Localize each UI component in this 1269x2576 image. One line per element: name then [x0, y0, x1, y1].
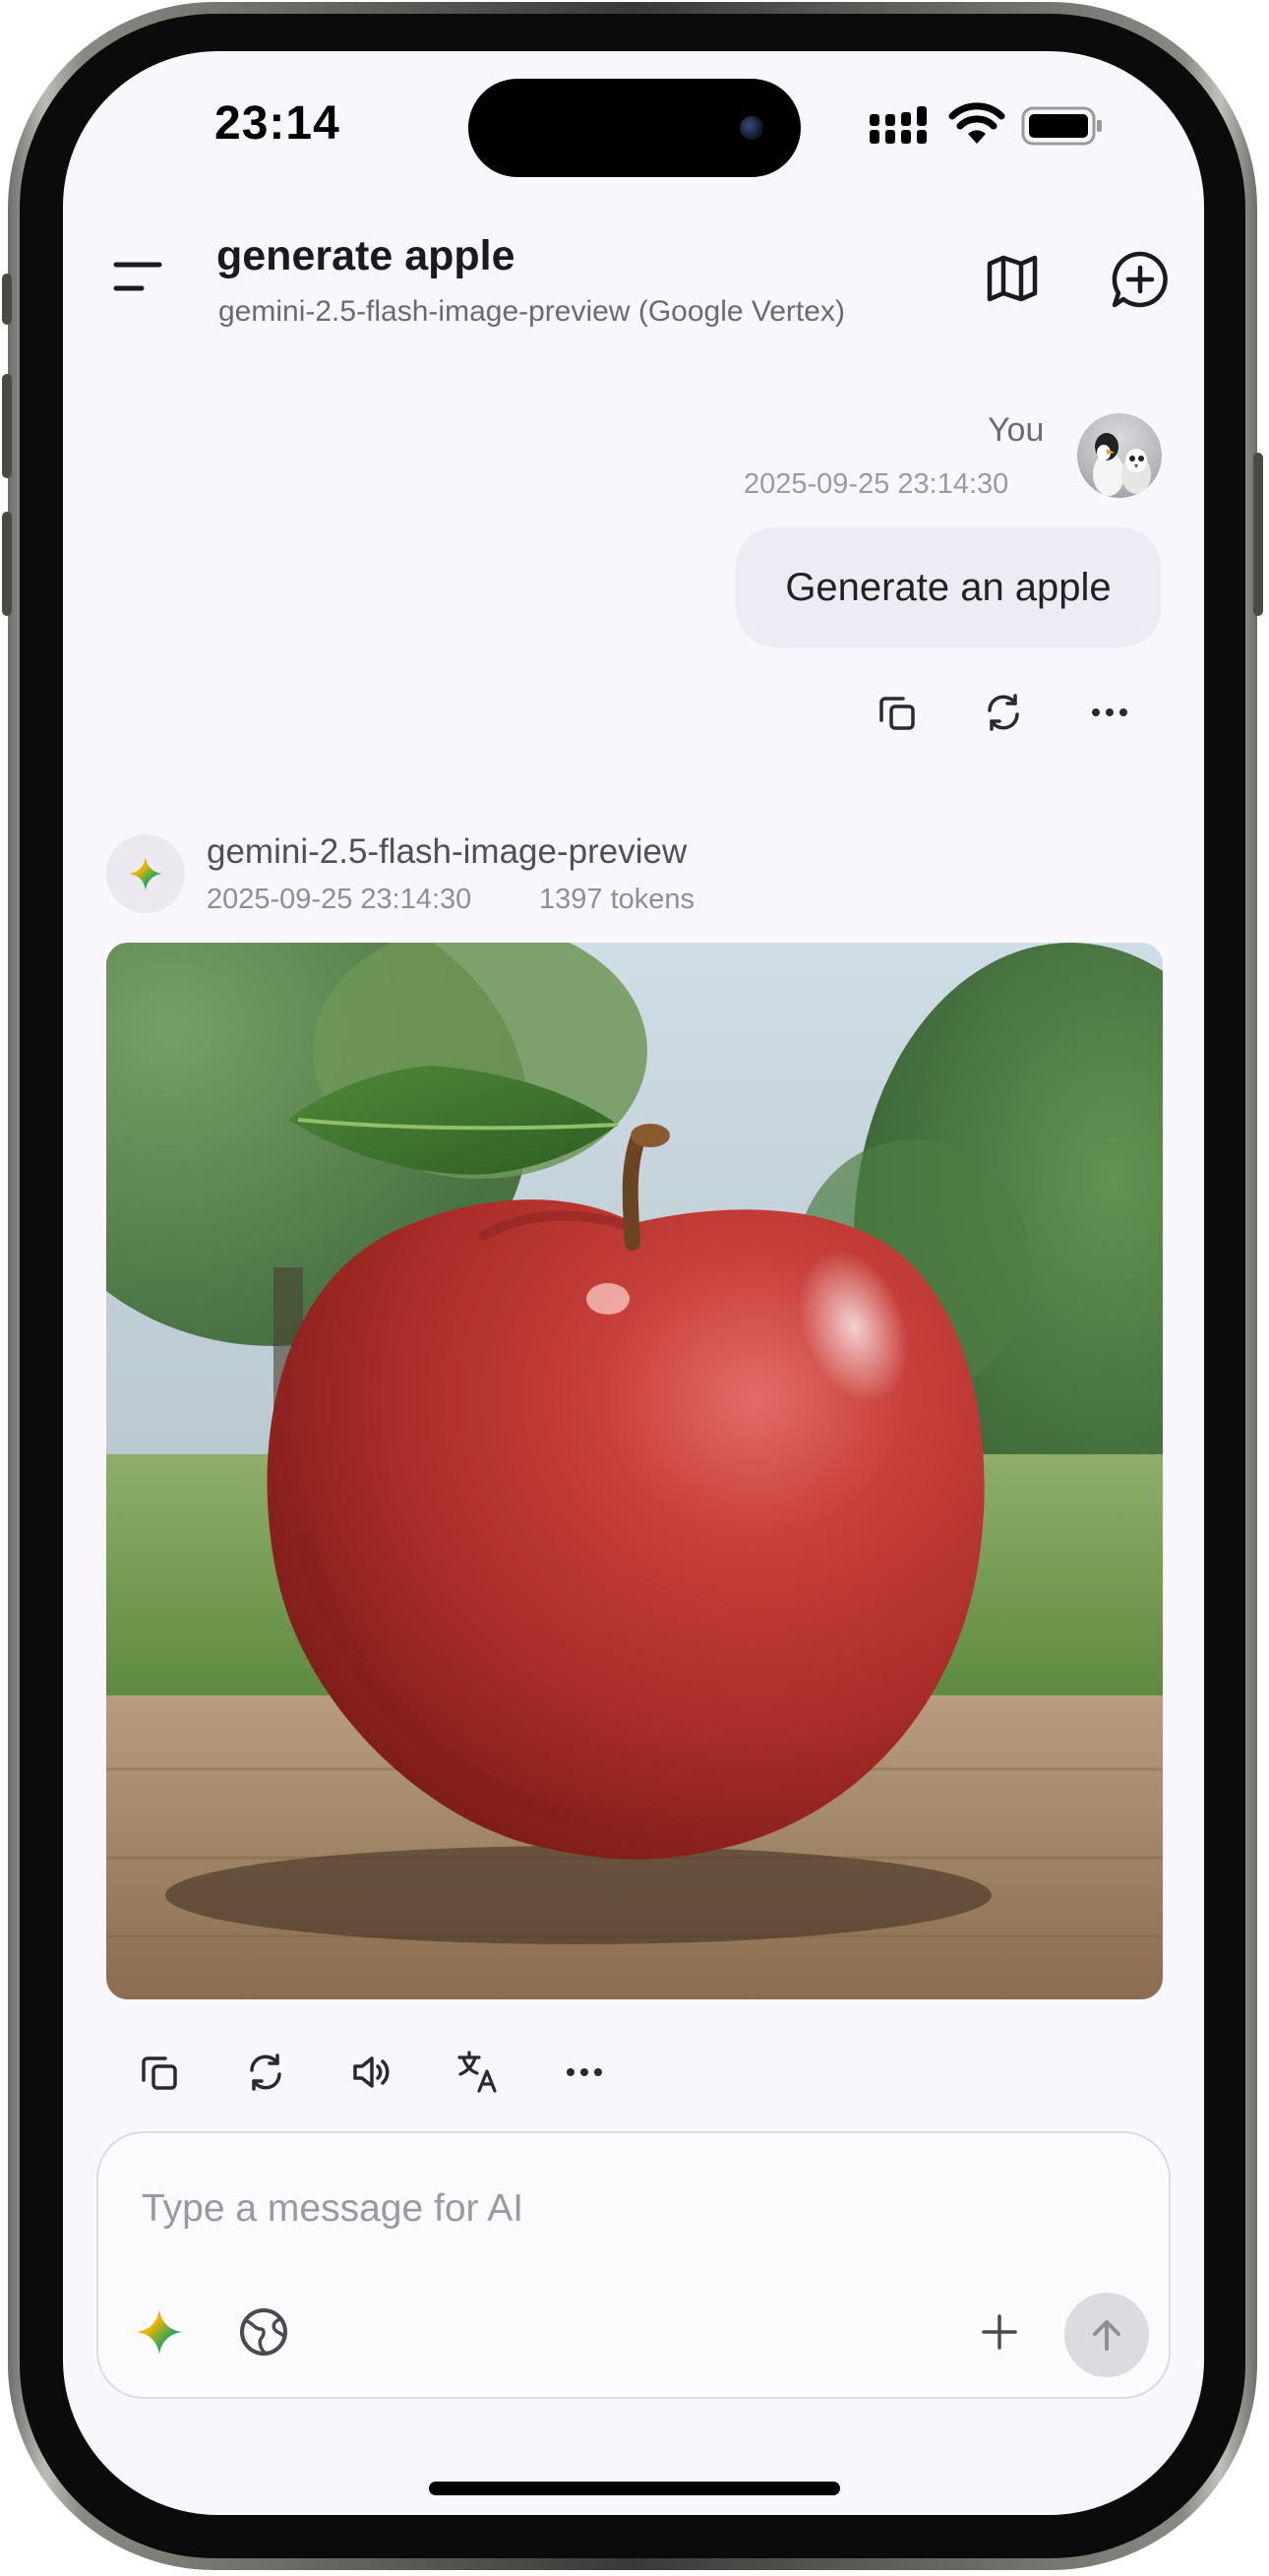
send-button[interactable]: [1064, 2293, 1149, 2377]
avatar[interactable]: [1077, 413, 1162, 498]
assistant-timestamp: 2025-09-25 23:14:30: [207, 884, 472, 915]
send-icon: [1093, 2320, 1120, 2351]
battery-icon: [1021, 106, 1102, 146]
user-timestamp: 2025-09-25 23:14:30: [744, 468, 1009, 500]
menu-icon[interactable]: [108, 252, 167, 301]
power-button: [1253, 453, 1263, 616]
front-camera: [740, 116, 763, 140]
add-icon[interactable]: [972, 2304, 1027, 2360]
regenerate-icon[interactable]: [976, 685, 1031, 740]
cellular-signal-icon: [870, 106, 927, 144]
user-message-bubble[interactable]: Generate an apple: [736, 527, 1161, 647]
new-chat-icon[interactable]: [1106, 246, 1175, 313]
assistant-model-name: gemini-2.5-flash-image-preview: [207, 832, 688, 871]
regenerate-icon[interactable]: [238, 2045, 293, 2100]
wifi-icon: [948, 102, 1005, 144]
copy-icon[interactable]: [870, 685, 925, 740]
action-button: [2, 274, 12, 325]
map-icon[interactable]: [978, 246, 1047, 311]
translate-icon[interactable]: [451, 2045, 506, 2100]
token-count: 1397 tokens: [539, 884, 695, 915]
model-subtitle[interactable]: gemini-2.5-flash-image-preview (Google V…: [218, 295, 845, 329]
gemini-sparkle-icon[interactable]: [130, 2302, 189, 2361]
generated-image[interactable]: [106, 943, 1163, 1999]
user-name: You: [988, 411, 1045, 449]
web-search-icon[interactable]: [232, 2300, 295, 2363]
page-title: generate apple: [216, 232, 515, 279]
more-icon[interactable]: [1082, 685, 1137, 740]
volume-down-button: [2, 512, 12, 616]
home-indicator[interactable]: [429, 2482, 840, 2495]
status-time: 23:14: [214, 97, 340, 150]
speaker-icon[interactable]: [344, 2045, 399, 2100]
more-icon[interactable]: [557, 2045, 612, 2100]
gemini-avatar-icon: [106, 834, 185, 913]
message-input[interactable]: [142, 2184, 1027, 2234]
copy-icon[interactable]: [132, 2045, 187, 2100]
volume-up-button: [2, 374, 12, 478]
